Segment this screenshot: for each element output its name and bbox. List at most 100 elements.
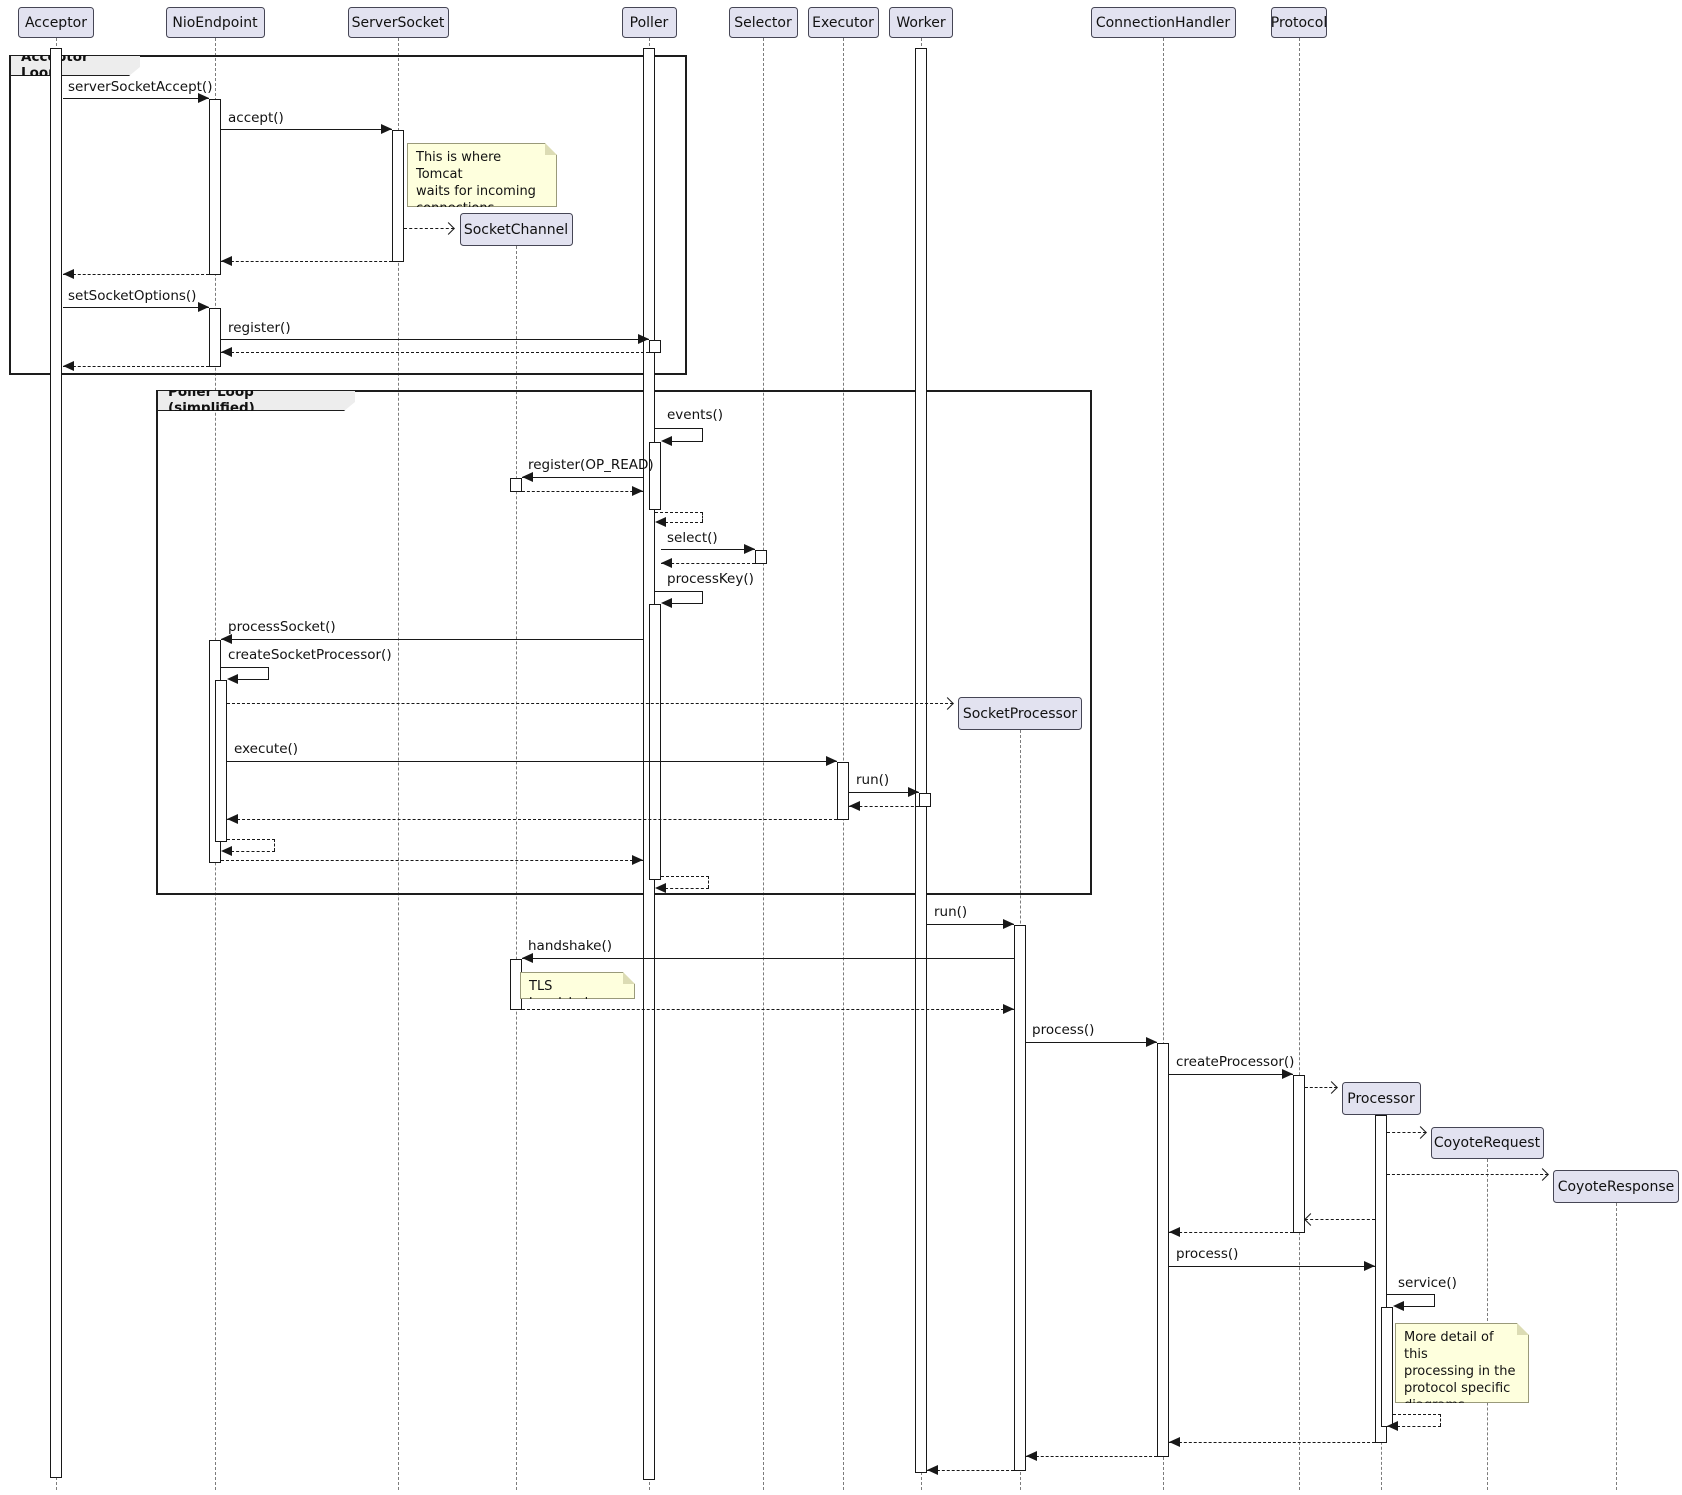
message-label: createSocketProcessor() <box>228 647 392 663</box>
return-line <box>927 1470 1014 1471</box>
message-line <box>63 307 209 308</box>
self-message-line <box>268 667 269 679</box>
self-message-line <box>702 428 703 441</box>
create-line <box>227 703 953 704</box>
self-message-line <box>274 839 275 851</box>
activation-bar-protocol <box>1293 1075 1305 1233</box>
arrowhead-icon <box>1387 1421 1398 1431</box>
self-message-line <box>227 839 275 840</box>
activation-bar-nioendpoint <box>209 99 221 275</box>
lifeline-protocol <box>1299 38 1300 1490</box>
self-message-line <box>702 591 703 603</box>
message-label: service() <box>1398 1275 1457 1291</box>
activation-bar-worker <box>919 793 931 807</box>
message-line <box>227 761 837 762</box>
arrowhead-icon <box>221 846 232 856</box>
message-label: processSocket() <box>228 619 336 635</box>
participant-socketchannel: SocketChannel <box>460 213 573 246</box>
message-label: process() <box>1032 1022 1094 1038</box>
self-message-line <box>1393 1414 1441 1415</box>
frame-title-tab: Acceptor Loop <box>9 55 140 76</box>
self-message-line <box>671 441 703 442</box>
activation-bar-selector <box>755 550 767 564</box>
message-line <box>221 639 643 640</box>
arrowhead-icon <box>826 756 837 766</box>
arrowhead-icon <box>221 347 232 357</box>
message-line <box>1169 1266 1375 1267</box>
note-0: This is where Tomcatwaits for incomingco… <box>407 143 557 207</box>
arrowhead-icon <box>1169 1227 1180 1237</box>
message-line <box>927 924 1014 925</box>
arrowhead-icon <box>1169 1437 1180 1447</box>
participant-connectionhandler: ConnectionHandler <box>1091 7 1236 38</box>
self-message-line <box>221 667 269 668</box>
arrowhead-icon <box>661 436 672 446</box>
return-line <box>221 352 649 353</box>
participant-worker: Worker <box>889 7 953 38</box>
activation-bar-socketchannel <box>510 478 522 492</box>
self-message-line <box>1387 1294 1435 1295</box>
arrowhead-icon <box>227 674 238 684</box>
arrowhead-icon <box>744 544 755 554</box>
self-message-line <box>671 603 703 604</box>
message-label: handshake() <box>528 938 612 954</box>
arrowhead-icon <box>63 361 74 371</box>
return-line <box>522 1009 1014 1010</box>
note-fold-corner-icon <box>1517 1323 1529 1335</box>
arrowhead-icon <box>198 302 209 312</box>
message-label: serverSocketAccept() <box>68 79 212 95</box>
arrowhead-icon <box>1026 1451 1037 1461</box>
arrowhead-icon <box>927 1465 938 1475</box>
message-label: run() <box>934 904 967 920</box>
note-fold-corner-icon <box>545 143 557 155</box>
message-line <box>522 477 643 478</box>
self-message-line <box>1434 1294 1435 1306</box>
self-message-line <box>661 876 709 877</box>
note-text-line: waits for incoming <box>416 183 548 200</box>
arrowhead-icon <box>1282 1069 1293 1079</box>
note-text-line: More detail of this <box>1404 1329 1520 1363</box>
participant-acceptor: Acceptor <box>18 7 94 38</box>
activation-bar-processor <box>1381 1307 1393 1427</box>
arrowhead-icon <box>632 486 643 496</box>
arrowhead-icon <box>522 953 533 963</box>
arrowhead-icon <box>381 124 392 134</box>
note-text-line: This is where Tomcat <box>416 149 548 183</box>
message-label: register() <box>228 320 291 336</box>
arrowhead-icon <box>638 334 649 344</box>
thread-bar-acceptor <box>50 48 62 1478</box>
self-message-line <box>665 522 703 523</box>
activation-bar-connectionhandler <box>1157 1043 1169 1457</box>
return-line <box>1169 1442 1375 1443</box>
arrowhead-icon <box>1393 1301 1404 1311</box>
return-line <box>522 491 643 492</box>
return-line <box>221 860 643 861</box>
self-message-line <box>655 591 703 592</box>
message-label: select() <box>667 530 718 546</box>
self-message-line <box>1403 1306 1435 1307</box>
return-line <box>661 563 755 564</box>
return-line <box>1026 1456 1157 1457</box>
return-line <box>63 274 209 275</box>
message-line <box>522 958 1014 959</box>
message-label: register(OP_READ) <box>528 457 654 473</box>
activation-bar-executor <box>837 762 849 820</box>
open-arrowhead-icon <box>1304 1213 1317 1226</box>
arrowhead-icon <box>661 558 672 568</box>
arrowhead-icon <box>522 472 533 482</box>
participant-serversocket: ServerSocket <box>348 7 449 38</box>
message-label: run() <box>856 772 889 788</box>
participant-socketprocessor: SocketProcessor <box>958 697 1082 730</box>
open-arrowhead-icon <box>1536 1168 1549 1181</box>
arrowhead-icon <box>1003 1004 1014 1014</box>
message-label: createProcessor() <box>1176 1054 1294 1070</box>
note-text-line: processing in the <box>1404 1363 1520 1380</box>
participant-processor: Processor <box>1342 1082 1421 1115</box>
arrowhead-icon <box>1003 919 1014 929</box>
note-text-line: TLS handshake <box>529 978 626 1012</box>
return-line <box>221 261 392 262</box>
message-label: process() <box>1176 1246 1238 1262</box>
arrowhead-icon <box>1146 1037 1157 1047</box>
return-line <box>1169 1232 1293 1233</box>
participant-executor: Executor <box>808 7 879 38</box>
